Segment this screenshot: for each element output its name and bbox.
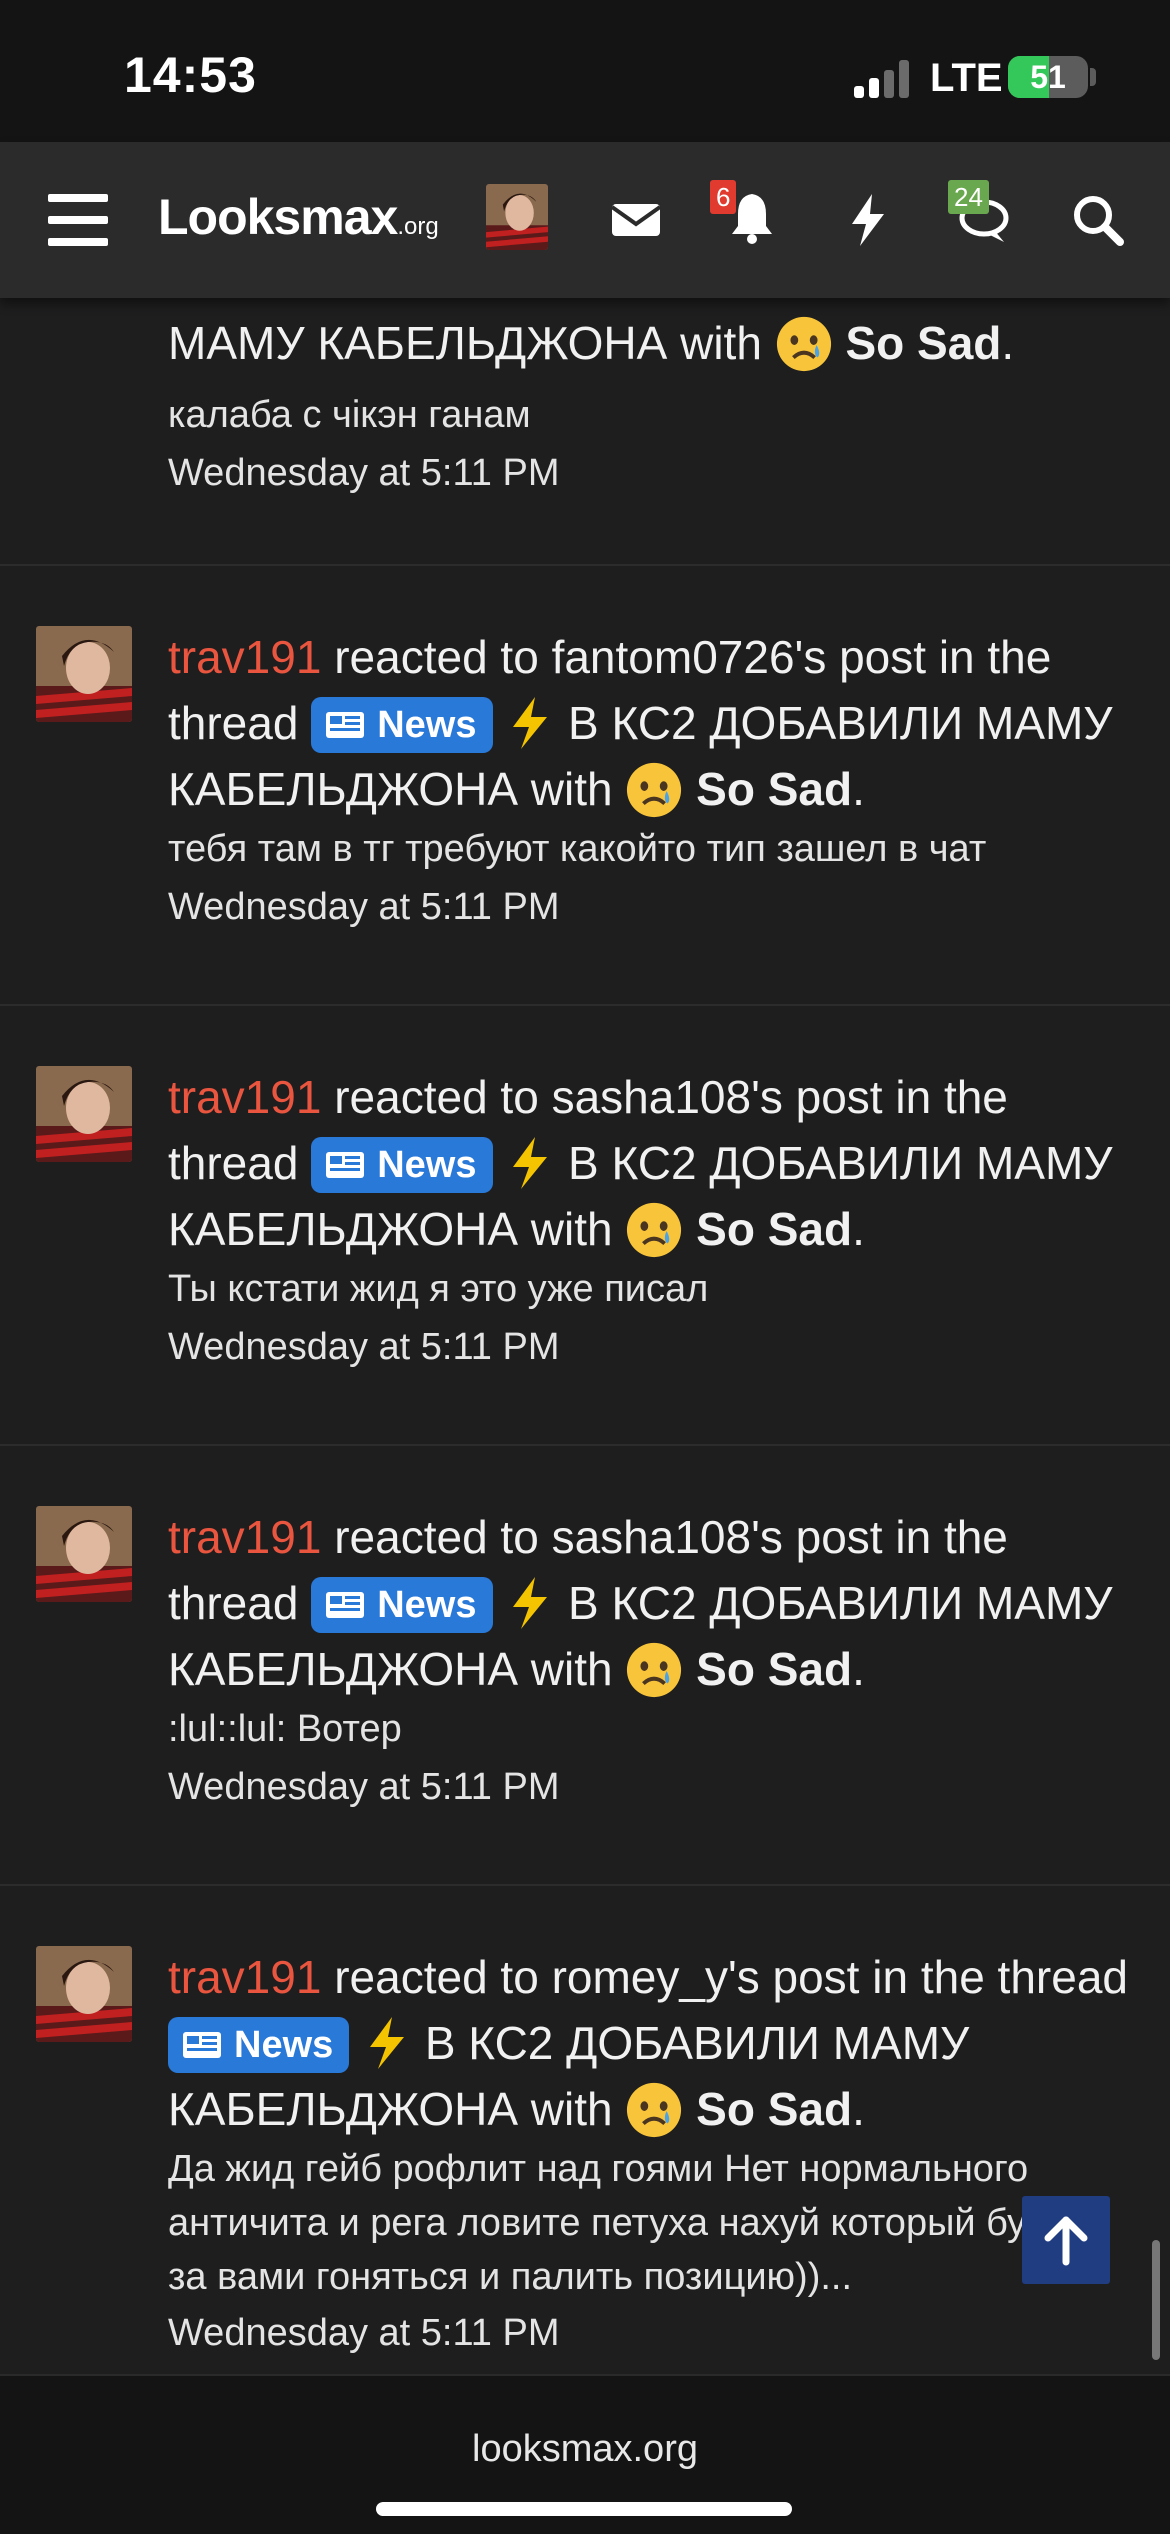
alert-time: Wednesday at 5:11 PM [168, 1766, 560, 1808]
reaction-name: So Sad [696, 1203, 853, 1255]
alert-item[interactable]: trav191 reacted to sasha108's post in th… [0, 1006, 1170, 1446]
alert-snippet[interactable]: тебя там в тг требуют какойто тип зашел … [168, 822, 1128, 876]
alert-text: trav191 reacted to fantom0726's post in … [168, 624, 1128, 822]
alert-time: Wednesday at 5:11 PM [168, 1326, 560, 1368]
user-avatar[interactable] [36, 1506, 132, 1602]
username-link[interactable]: trav191 [168, 1071, 321, 1123]
alert-snippet[interactable]: Ты кстати жид я это уже писал [168, 1262, 1128, 1316]
username-link[interactable]: trav191 [168, 1511, 321, 1563]
news-tag-label: News [377, 1144, 477, 1186]
newspaper-icon [183, 2032, 221, 2058]
envelope-icon[interactable] [606, 190, 666, 250]
lightning-emoji-icon [513, 1577, 548, 1629]
logo-suffix: .org [397, 213, 439, 240]
sad-emoji-icon [776, 316, 831, 372]
alert-snippet[interactable]: Да жид гейб рофлит над гоями Нет нормаль… [168, 2142, 1128, 2304]
news-tag[interactable]: News [311, 697, 493, 753]
menu-icon[interactable] [48, 190, 108, 250]
scroll-to-top-button[interactable] [1022, 2196, 1110, 2284]
alert-item[interactable]: trav191 reacted to romey_y's post in the… [0, 1886, 1170, 2386]
alert-text: trav191 reacted to sasha108's post in th… [168, 1504, 1128, 1702]
conversations-badge: 24 [948, 180, 989, 214]
status-time: 14:53 [124, 47, 257, 103]
footer-url[interactable]: looksmax.org [0, 2428, 1170, 2471]
user-avatar[interactable] [36, 626, 132, 722]
alert-item[interactable]: trav191 reacted to fantom0726's post in … [0, 566, 1170, 1006]
user-avatar[interactable] [36, 1946, 132, 2042]
notifications-badge: 6 [710, 180, 737, 214]
sad-emoji-icon [627, 1202, 682, 1258]
lightning-emoji-icon [370, 2017, 405, 2069]
alert-text: МАМУ КАБЕЛЬДЖОНА with So Sad. [168, 310, 1128, 376]
battery-cap [1090, 68, 1096, 86]
bolt-icon[interactable] [838, 190, 898, 250]
search-icon[interactable] [1068, 190, 1128, 250]
news-tag[interactable]: News [311, 1577, 493, 1633]
network-type: LTE [930, 56, 1003, 100]
alert-text: trav191 reacted to sasha108's post in th… [168, 1064, 1128, 1262]
logo-text: Looksmax [158, 189, 398, 245]
news-tag[interactable]: News [311, 1137, 493, 1193]
reaction-name: So Sad [845, 317, 1002, 369]
sad-emoji-icon [627, 762, 682, 818]
alert-time: Wednesday at 5:11 PM [168, 452, 560, 494]
alert-item[interactable]: trav191 reacted to sasha108's post in th… [0, 1446, 1170, 1886]
battery-level: 51 [1030, 59, 1066, 95]
battery-icon: 51 [1008, 56, 1088, 98]
newspaper-icon [326, 712, 365, 738]
home-indicator[interactable] [376, 2502, 792, 2516]
site-logo[interactable]: Looksmax.org [158, 188, 439, 246]
reaction-name: So Sad [696, 763, 853, 815]
reaction-name: So Sad [696, 2083, 853, 2135]
sad-emoji-icon [627, 2082, 682, 2138]
news-tag-label: News [377, 1584, 477, 1626]
top-navbar: Looksmax.org 6 24 [0, 142, 1170, 298]
news-tag[interactable]: News [168, 2017, 350, 2073]
reaction-name: So Sad [696, 1643, 853, 1695]
sad-emoji-icon [627, 1642, 682, 1698]
alert-snippet[interactable]: :lul::lul: Вотер [168, 1702, 1128, 1756]
username-link[interactable]: trav191 [168, 631, 321, 683]
footer: looksmax.org [0, 2374, 1170, 2534]
user-avatar[interactable] [36, 1066, 132, 1162]
arrow-up-icon [1044, 2216, 1088, 2266]
status-bar: 14:53 LTE 51 [0, 0, 1170, 142]
alert-thread-partial[interactable]: МАМУ КАБЕЛЬДЖОНА with [168, 317, 762, 369]
alert-time: Wednesday at 5:11 PM [168, 886, 560, 928]
alert-time: Wednesday at 5:11 PM [168, 2312, 560, 2354]
newspaper-icon [326, 1592, 365, 1618]
news-tag-label: News [377, 704, 477, 746]
scrollbar[interactable] [1152, 2240, 1160, 2360]
lightning-emoji-icon [513, 1137, 548, 1189]
alert-text: trav191 reacted to romey_y's post in the… [168, 1944, 1128, 2142]
news-tag-label: News [234, 2024, 334, 2066]
lightning-emoji-icon [513, 697, 548, 749]
username-link[interactable]: trav191 [168, 1951, 321, 2003]
alert-snippet: калаба с чікэн ганам [168, 394, 531, 436]
alert-action: reacted to romey_y's post in the thread [321, 1951, 1128, 2003]
account-avatar[interactable] [486, 184, 548, 250]
newspaper-icon [326, 1152, 365, 1178]
signal-icon [854, 58, 914, 98]
